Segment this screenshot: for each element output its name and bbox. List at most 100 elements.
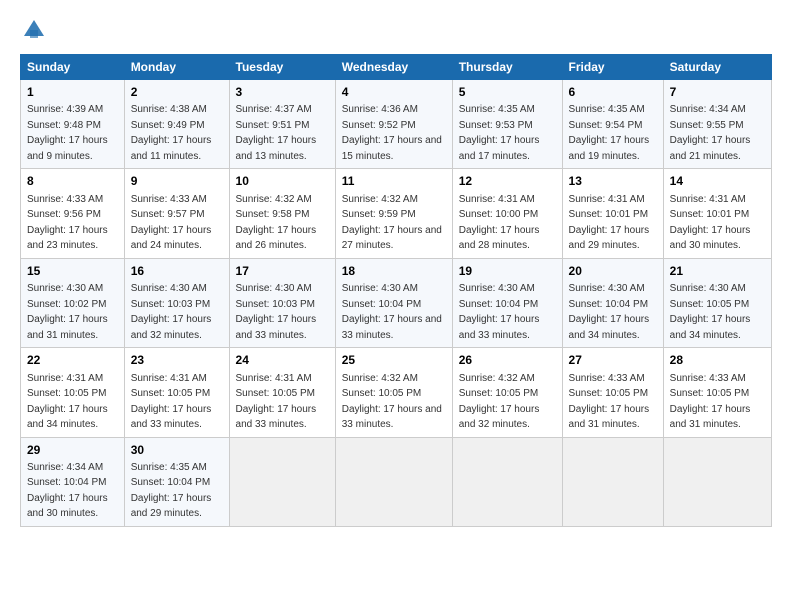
daylight: Daylight: 17 hours and 34 minutes.: [569, 314, 650, 341]
header-cell-friday: Friday: [562, 55, 663, 80]
day-number: 9: [131, 173, 223, 190]
sunrise: Sunrise: 4:32 AM: [459, 373, 535, 384]
sunrise: Sunrise: 4:31 AM: [670, 194, 746, 205]
day-cell: 23 Sunrise: 4:31 AM Sunset: 10:05 PM Day…: [124, 348, 229, 437]
day-cell: 13 Sunrise: 4:31 AM Sunset: 10:01 PM Day…: [562, 169, 663, 258]
day-cell: 4 Sunrise: 4:36 AM Sunset: 9:52 PM Dayli…: [335, 80, 452, 169]
daylight: Daylight: 17 hours and 32 minutes.: [459, 404, 540, 431]
sunrise: Sunrise: 4:31 AM: [131, 373, 207, 384]
day-cell: 9 Sunrise: 4:33 AM Sunset: 9:57 PM Dayli…: [124, 169, 229, 258]
sunrise: Sunrise: 4:31 AM: [569, 194, 645, 205]
daylight: Daylight: 17 hours and 33 minutes.: [342, 314, 442, 341]
page: SundayMondayTuesdayWednesdayThursdayFrid…: [0, 0, 792, 612]
sunrise: Sunrise: 4:33 AM: [27, 194, 103, 205]
sunset: Sunset: 10:05 PM: [131, 388, 211, 399]
sunrise: Sunrise: 4:30 AM: [670, 283, 746, 294]
day-cell: 8 Sunrise: 4:33 AM Sunset: 9:56 PM Dayli…: [21, 169, 125, 258]
day-cell: 22 Sunrise: 4:31 AM Sunset: 10:05 PM Day…: [21, 348, 125, 437]
day-number: 10: [236, 173, 329, 190]
day-cell: 1 Sunrise: 4:39 AM Sunset: 9:48 PM Dayli…: [21, 80, 125, 169]
sunrise: Sunrise: 4:35 AM: [131, 462, 207, 473]
day-cell: 18 Sunrise: 4:30 AM Sunset: 10:04 PM Day…: [335, 258, 452, 347]
daylight: Daylight: 17 hours and 31 minutes.: [569, 404, 650, 431]
sunrise: Sunrise: 4:32 AM: [236, 194, 312, 205]
day-number: 21: [670, 263, 765, 280]
sunrise: Sunrise: 4:31 AM: [459, 194, 535, 205]
day-cell: 7 Sunrise: 4:34 AM Sunset: 9:55 PM Dayli…: [663, 80, 771, 169]
sunset: Sunset: 10:04 PM: [459, 299, 539, 310]
daylight: Daylight: 17 hours and 9 minutes.: [27, 135, 108, 162]
day-cell: 12 Sunrise: 4:31 AM Sunset: 10:00 PM Day…: [452, 169, 562, 258]
daylight: Daylight: 17 hours and 17 minutes.: [459, 135, 540, 162]
day-cell: 28 Sunrise: 4:33 AM Sunset: 10:05 PM Day…: [663, 348, 771, 437]
day-number: 18: [342, 263, 446, 280]
sunset: Sunset: 10:04 PM: [27, 477, 107, 488]
sunset: Sunset: 10:03 PM: [131, 299, 211, 310]
day-cell: [452, 437, 562, 526]
logo: [20, 16, 52, 44]
sunset: Sunset: 10:04 PM: [131, 477, 211, 488]
sunrise: Sunrise: 4:30 AM: [569, 283, 645, 294]
day-cell: [335, 437, 452, 526]
daylight: Daylight: 17 hours and 32 minutes.: [131, 314, 212, 341]
day-number: 27: [569, 352, 657, 369]
day-cell: 30 Sunrise: 4:35 AM Sunset: 10:04 PM Day…: [124, 437, 229, 526]
sunset: Sunset: 10:01 PM: [569, 209, 649, 220]
sunset: Sunset: 10:05 PM: [342, 388, 422, 399]
day-number: 28: [670, 352, 765, 369]
sunrise: Sunrise: 4:34 AM: [27, 462, 103, 473]
daylight: Daylight: 17 hours and 21 minutes.: [670, 135, 751, 162]
day-cell: 3 Sunrise: 4:37 AM Sunset: 9:51 PM Dayli…: [229, 80, 335, 169]
day-cell: 16 Sunrise: 4:30 AM Sunset: 10:03 PM Day…: [124, 258, 229, 347]
day-cell: 17 Sunrise: 4:30 AM Sunset: 10:03 PM Day…: [229, 258, 335, 347]
day-number: 17: [236, 263, 329, 280]
sunset: Sunset: 10:05 PM: [569, 388, 649, 399]
day-number: 15: [27, 263, 118, 280]
daylight: Daylight: 17 hours and 27 minutes.: [342, 225, 442, 252]
day-cell: 24 Sunrise: 4:31 AM Sunset: 10:05 PM Day…: [229, 348, 335, 437]
week-row-2: 8 Sunrise: 4:33 AM Sunset: 9:56 PM Dayli…: [21, 169, 772, 258]
day-number: 14: [670, 173, 765, 190]
sunrise: Sunrise: 4:34 AM: [670, 104, 746, 115]
day-cell: 15 Sunrise: 4:30 AM Sunset: 10:02 PM Day…: [21, 258, 125, 347]
daylight: Daylight: 17 hours and 31 minutes.: [670, 404, 751, 431]
daylight: Daylight: 17 hours and 34 minutes.: [27, 404, 108, 431]
header: [20, 16, 772, 44]
day-number: 8: [27, 173, 118, 190]
day-cell: 14 Sunrise: 4:31 AM Sunset: 10:01 PM Day…: [663, 169, 771, 258]
daylight: Daylight: 17 hours and 33 minutes.: [342, 404, 442, 431]
header-cell-tuesday: Tuesday: [229, 55, 335, 80]
daylight: Daylight: 17 hours and 30 minutes.: [27, 493, 108, 520]
day-number: 26: [459, 352, 556, 369]
sunset: Sunset: 9:58 PM: [236, 209, 310, 220]
daylight: Daylight: 17 hours and 33 minutes.: [236, 404, 317, 431]
sunset: Sunset: 10:04 PM: [569, 299, 649, 310]
day-number: 22: [27, 352, 118, 369]
day-number: 7: [670, 84, 765, 101]
week-row-3: 15 Sunrise: 4:30 AM Sunset: 10:02 PM Day…: [21, 258, 772, 347]
day-number: 12: [459, 173, 556, 190]
day-number: 2: [131, 84, 223, 101]
sunrise: Sunrise: 4:35 AM: [459, 104, 535, 115]
day-number: 16: [131, 263, 223, 280]
sunset: Sunset: 9:51 PM: [236, 120, 310, 131]
sunset: Sunset: 9:57 PM: [131, 209, 205, 220]
day-number: 29: [27, 442, 118, 459]
sunset: Sunset: 9:48 PM: [27, 120, 101, 131]
daylight: Daylight: 17 hours and 13 minutes.: [236, 135, 317, 162]
day-cell: 21 Sunrise: 4:30 AM Sunset: 10:05 PM Day…: [663, 258, 771, 347]
calendar-table: SundayMondayTuesdayWednesdayThursdayFrid…: [20, 54, 772, 527]
daylight: Daylight: 17 hours and 23 minutes.: [27, 225, 108, 252]
daylight: Daylight: 17 hours and 26 minutes.: [236, 225, 317, 252]
daylight: Daylight: 17 hours and 15 minutes.: [342, 135, 442, 162]
sunrise: Sunrise: 4:30 AM: [131, 283, 207, 294]
sunrise: Sunrise: 4:37 AM: [236, 104, 312, 115]
daylight: Daylight: 17 hours and 28 minutes.: [459, 225, 540, 252]
day-number: 19: [459, 263, 556, 280]
sunrise: Sunrise: 4:31 AM: [236, 373, 312, 384]
sunset: Sunset: 9:52 PM: [342, 120, 416, 131]
header-cell-monday: Monday: [124, 55, 229, 80]
day-cell: 5 Sunrise: 4:35 AM Sunset: 9:53 PM Dayli…: [452, 80, 562, 169]
week-row-5: 29 Sunrise: 4:34 AM Sunset: 10:04 PM Day…: [21, 437, 772, 526]
sunset: Sunset: 9:53 PM: [459, 120, 533, 131]
